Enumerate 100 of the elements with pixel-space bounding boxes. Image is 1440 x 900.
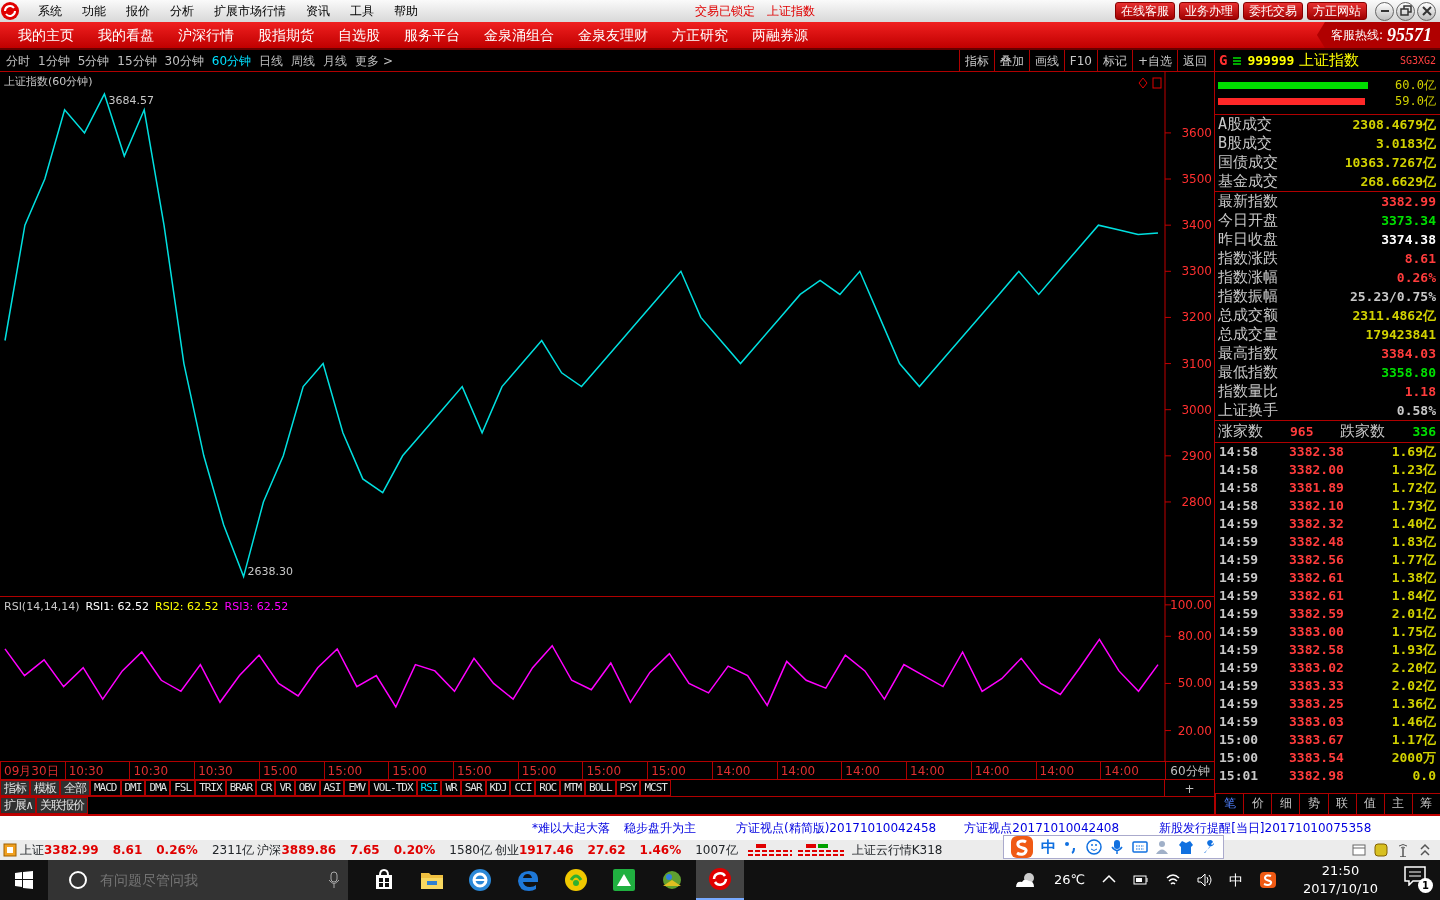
header-button[interactable]: 在线客服 <box>1115 2 1175 20</box>
menu-item[interactable]: 扩展市场行情 <box>204 2 296 20</box>
indicator-tab[interactable]: 指标 <box>0 780 30 796</box>
stat-label: 总成交量 <box>1218 324 1278 345</box>
period-tab[interactable]: 30分钟 <box>160 51 208 70</box>
period-tab[interactable]: 5分钟 <box>73 51 114 70</box>
menu-item[interactable]: 报价 <box>116 2 160 20</box>
stat-value: 3373.34 <box>1381 211 1436 230</box>
volume-icon[interactable] <box>1197 872 1214 888</box>
indicator-tab[interactable]: 全部 <box>60 780 90 796</box>
menu-item[interactable]: 分析 <box>160 2 204 20</box>
clock-date[interactable]: 2017/10/10 <box>1303 880 1378 898</box>
indicator-tab[interactable]: MACD <box>90 780 121 796</box>
indicator-tab[interactable]: VR <box>275 780 295 796</box>
indicator-tab[interactable]: VOL-TDX <box>369 780 417 796</box>
indicator-tab[interactable]: BOLL <box>585 780 616 796</box>
period-tab[interactable]: 1分钟 <box>34 51 74 70</box>
toolbar-button[interactable]: F10 <box>1063 49 1097 72</box>
header-button[interactable]: 业务办理 <box>1179 2 1239 20</box>
header-button[interactable]: 方正网站 <box>1307 2 1367 20</box>
search-field[interactable]: 有问题尽管问我 <box>98 868 318 892</box>
index-change: 27.62 <box>587 842 626 859</box>
indicator-tab[interactable]: EMV <box>344 780 370 796</box>
nav-item[interactable]: 我的主页 <box>6 24 86 46</box>
indicator-tab[interactable]: PSY <box>615 780 641 796</box>
menu-item[interactable]: 资讯 <box>296 2 340 20</box>
indicator-tab[interactable]: BRAR <box>225 780 257 796</box>
indicator-tab[interactable]: TRIX <box>195 780 226 796</box>
toolbar-button[interactable]: 画线 <box>1028 49 1064 72</box>
indicator-tab[interactable]: DMI <box>120 780 146 796</box>
news-link[interactable]: 方证视点(精简版)20171010042458 <box>736 819 937 837</box>
toolbar-button[interactable]: 指标 <box>958 49 994 72</box>
news-link[interactable]: 新股发行提醒[当日]20171010075358 <box>1159 819 1372 837</box>
coin-icon[interactable] <box>1374 843 1388 857</box>
indicator-tab[interactable]: WR <box>441 780 461 796</box>
panel-tab[interactable]: 扩展∧ <box>0 797 37 814</box>
index-value: 3889.86 <box>281 842 337 859</box>
indicator-tab[interactable]: RSI <box>416 780 442 796</box>
news-link[interactable]: 稳步盘升为主 <box>624 819 696 837</box>
menu-item[interactable]: 工具 <box>340 2 384 20</box>
stat-value: 3.0183亿 <box>1376 134 1436 153</box>
period-tab[interactable]: 分时 <box>2 51 34 70</box>
nav-item[interactable]: 金泉涌组合 <box>472 24 566 46</box>
indicator-tab[interactable]: KDJ <box>485 780 511 796</box>
indicator-tab[interactable]: CR <box>256 780 276 796</box>
clock-time[interactable]: 21:50 <box>1303 862 1378 880</box>
news-link[interactable]: *难以大起大落 <box>532 819 610 837</box>
indicator-tab[interactable]: FSL <box>170 780 196 796</box>
nav-item[interactable]: 自选股 <box>326 24 392 46</box>
period-tab[interactable]: 日线 <box>255 51 288 70</box>
indicator-tab[interactable]: ASI <box>319 780 345 796</box>
arrows-icon[interactable] <box>1418 843 1432 857</box>
nav-item[interactable]: 服务平台 <box>392 24 472 46</box>
microphone-icon[interactable] <box>1108 839 1125 855</box>
header-button[interactable]: 委托交易 <box>1243 2 1303 20</box>
input-language-button[interactable]: 中 <box>1229 869 1244 891</box>
nav-item[interactable]: 股指期货 <box>246 24 326 46</box>
nav-item[interactable]: 沪深行情 <box>166 24 246 46</box>
tick-volume: 2.01亿 <box>1391 605 1436 624</box>
toolbar-button[interactable]: 标记 <box>1096 49 1132 72</box>
antenna-icon[interactable] <box>1396 843 1410 857</box>
toolbar-button[interactable]: 返回 <box>1177 49 1212 72</box>
period-tab[interactable]: 15分钟 <box>113 51 161 70</box>
add-button[interactable]: + <box>1164 780 1214 796</box>
time-label: 10:30 <box>194 762 259 779</box>
indicator-tab[interactable]: OBV <box>294 780 320 796</box>
nav-item[interactable]: 方正研究 <box>660 24 740 46</box>
indicator-tab[interactable]: SAR <box>460 780 486 796</box>
tick-time: 14:58 <box>1219 497 1260 516</box>
period-tab[interactable]: 60分钟 <box>207 51 256 70</box>
smiley-icon[interactable] <box>1085 839 1102 855</box>
nav-item[interactable]: 金泉友理财 <box>566 24 660 46</box>
menu-item[interactable]: 系统 <box>28 2 72 20</box>
toolbar-button[interactable]: 叠加 <box>993 49 1029 72</box>
toolbar-button[interactable]: +自选 <box>1131 49 1177 72</box>
panel-tab[interactable]: 关联报价 <box>36 797 89 814</box>
menu-item[interactable]: 功能 <box>72 2 116 20</box>
browser-icon <box>467 867 493 893</box>
taskbar-app[interactable] <box>696 860 744 900</box>
keyboard-icon[interactable] <box>1131 839 1148 855</box>
nav-item[interactable]: 两融券源 <box>740 24 820 46</box>
window-icon[interactable] <box>1352 843 1366 857</box>
period-tab[interactable]: 更多 > <box>351 51 397 70</box>
sogou-icon[interactable] <box>1259 871 1278 889</box>
annotation-label: 3684.57 <box>108 93 154 107</box>
news-link[interactable]: 方证视点20171010042408 <box>964 819 1120 837</box>
period-tab[interactable]: 月线 <box>319 51 352 70</box>
menu-item[interactable]: 帮助 <box>384 2 428 20</box>
battery-icon[interactable] <box>1133 872 1150 888</box>
nav-item[interactable]: 我的看盘 <box>86 24 166 46</box>
indicator-tab[interactable]: MCST <box>640 780 671 796</box>
indicator-tab[interactable]: MTM <box>560 780 586 796</box>
indicator-tab[interactable]: 模板 <box>30 780 60 796</box>
indicator-tab[interactable]: CCI <box>510 780 536 796</box>
shirt-icon[interactable] <box>1177 839 1194 855</box>
search-box[interactable]: 有问题尽管问我 <box>48 860 348 900</box>
indicator-tab[interactable]: DMA <box>145 780 171 796</box>
period-tab[interactable]: 周线 <box>287 51 320 70</box>
input-mode-button[interactable]: 中 <box>1040 835 1056 859</box>
indicator-tab[interactable]: ROC <box>535 780 561 796</box>
